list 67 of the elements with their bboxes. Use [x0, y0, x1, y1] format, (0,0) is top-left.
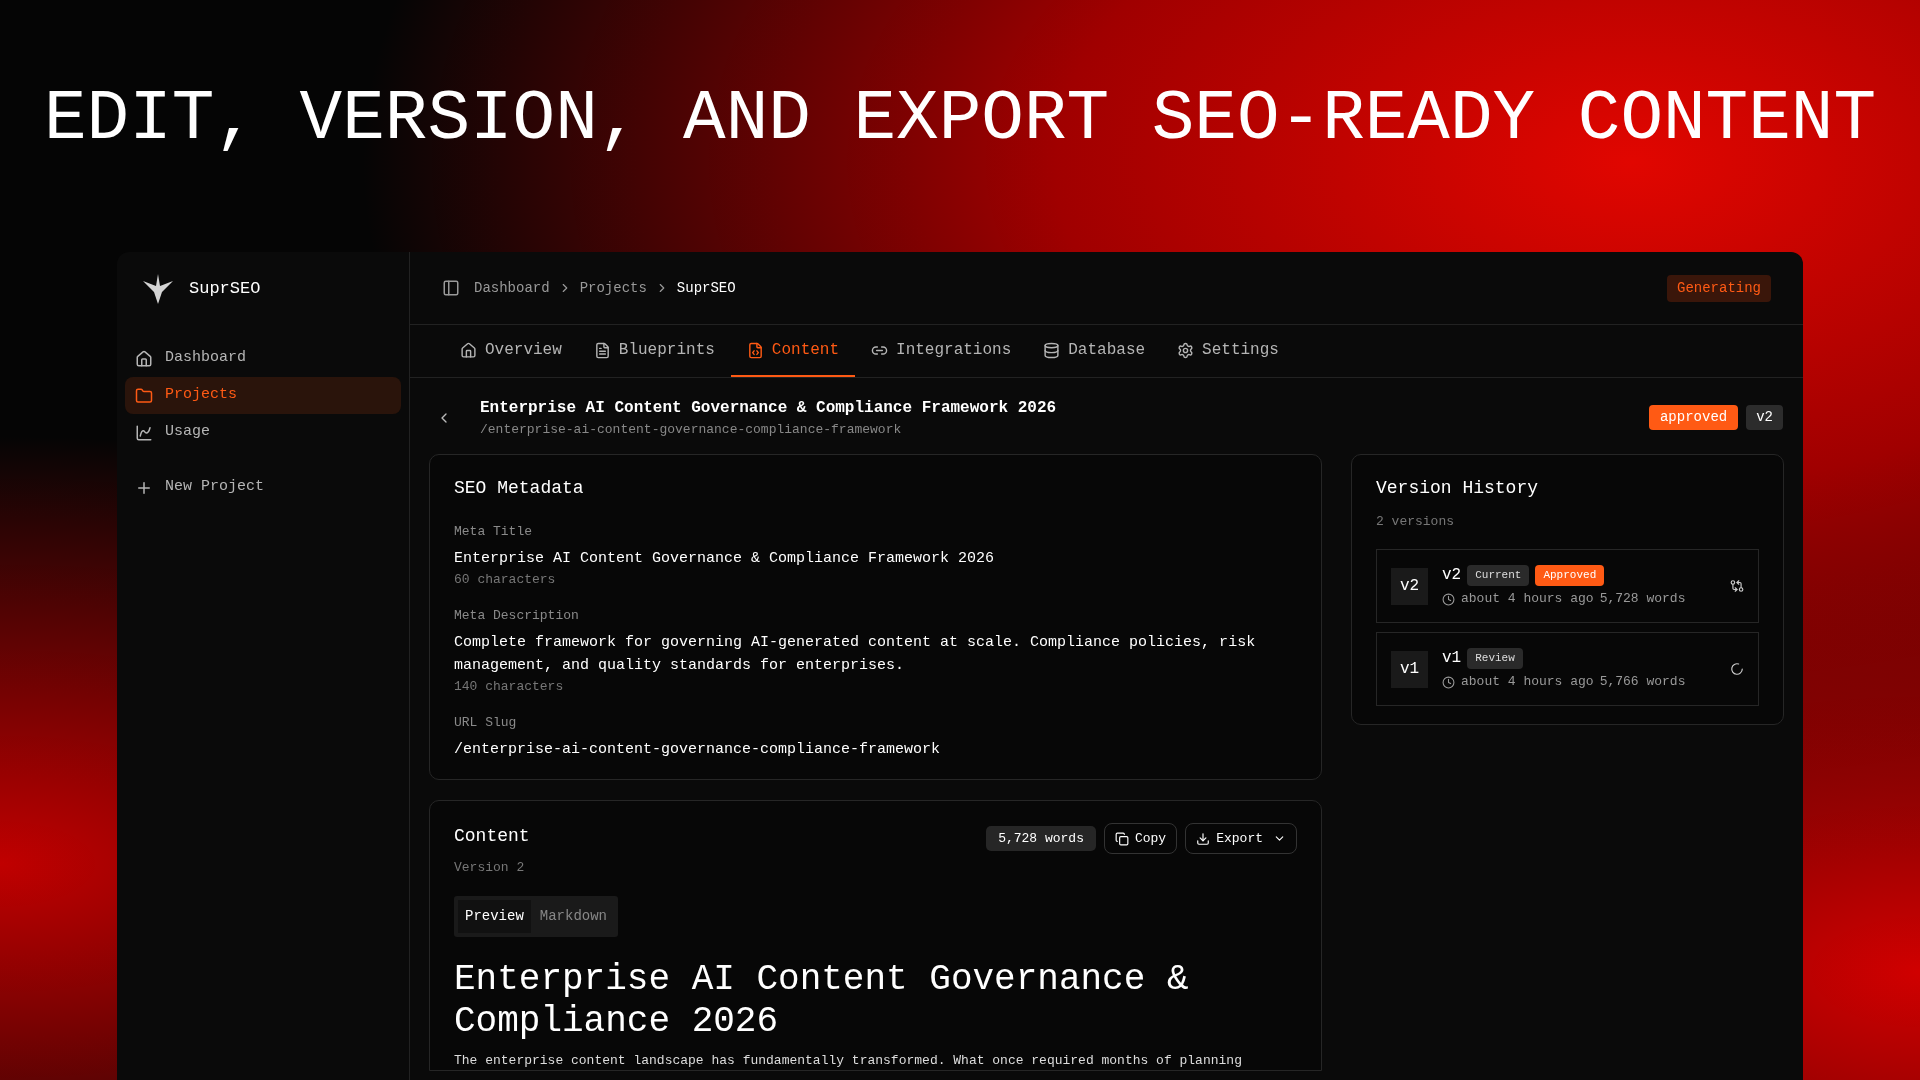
version-badge: v2 — [1391, 567, 1428, 605]
settings-icon — [1177, 341, 1195, 359]
version-name: v2 — [1442, 565, 1462, 587]
version-badge: v1 — [1391, 650, 1428, 688]
tab[interactable]: Overview — [444, 325, 578, 377]
version-words: 5,766 words — [1599, 673, 1686, 692]
breadcrumb[interactable]: SuprSEO — [676, 277, 736, 299]
field-label: URL Slug — [454, 713, 518, 732]
view-tab[interactable]: Preview — [458, 899, 531, 933]
headline: EDIT, VERSION, AND EXPORT SEO-READY CONTENT — [43, 83, 1877, 155]
document-icon — [746, 341, 764, 359]
tab[interactable]: Integrations — [855, 325, 1028, 377]
card-title: Version History — [1376, 476, 1540, 500]
home-icon — [460, 341, 477, 359]
clock-icon — [1442, 675, 1455, 689]
app-name: SuprSEO — [189, 278, 261, 301]
export-button[interactable]: Export — [1185, 823, 1297, 854]
field-value: Enterprise AI Content Governance & Compliance Framework 2026 — [454, 549, 996, 569]
version-tag: Approved — [1535, 565, 1605, 586]
version-tag: Current — [1467, 565, 1530, 586]
field-label: Meta Description — [454, 606, 580, 625]
tab[interactable]: Settings — [1161, 325, 1295, 377]
copy-button[interactable]: Copy — [1103, 823, 1178, 854]
nav-item[interactable]: Usage — [125, 414, 401, 451]
page-title: Enterprise AI Content Governance & Compliance Framework 2026 — [480, 398, 1057, 419]
nav-item[interactable]: Projects — [125, 377, 401, 414]
download-icon — [1196, 831, 1211, 846]
content-paragraph: The enterprise content landscape has fundamentally transformed. What once required months of planning — [454, 1051, 1243, 1070]
compare-icon[interactable] — [1730, 579, 1744, 593]
card-title: SEO Metadata — [454, 476, 585, 500]
card-title: Content — [454, 825, 530, 848]
folder-icon — [135, 386, 153, 405]
version-time: about 4 hours ago — [1461, 590, 1594, 609]
version-row[interactable]: v2 v2 Current Approved about 4 hours ago 5,728 words — [1376, 549, 1759, 623]
chart-icon — [135, 423, 153, 442]
sidebar-toggle-icon[interactable] — [442, 279, 460, 297]
nav-item[interactable]: Dashboard — [125, 340, 401, 377]
home-icon — [135, 349, 153, 368]
version-words: 5,728 words — [1599, 590, 1686, 609]
database-icon — [1043, 341, 1061, 359]
clock-icon — [1442, 592, 1455, 606]
content-heading: Enterprise AI Content Governance & Compliance 2026 — [454, 958, 1190, 1043]
field-label: Meta Title — [454, 522, 533, 541]
field-value: /enterprise-ai-content-governance-compliance-framework — [454, 740, 942, 760]
version-tag: Review — [1467, 648, 1523, 669]
version-badge: v2 — [1746, 405, 1783, 431]
version-time: about 4 hours ago — [1461, 673, 1594, 692]
page-slug: /enterprise-ai-content-governance-compliance-framework — [480, 421, 903, 439]
version-name: v1 — [1442, 648, 1462, 670]
field-value: Complete framework for governing AI-generated content at scale. Compliance policies, risk management, and quality standards for enterprises. — [454, 633, 1257, 676]
status-badge: Generating — [1667, 274, 1771, 302]
copy-icon — [1114, 831, 1129, 846]
version-row[interactable]: v1 v1 Review about 4 hours ago 5,766 words — [1376, 632, 1759, 706]
tab[interactable]: Content — [730, 325, 856, 377]
version-count: 2 versions — [1376, 512, 1455, 531]
view-tab[interactable]: Markdown — [532, 899, 615, 933]
new-project-button[interactable]: New Project — [125, 469, 401, 506]
tab[interactable]: Database — [1027, 325, 1162, 377]
breadcrumb[interactable]: Dashboard — [474, 277, 550, 299]
document-icon — [593, 341, 611, 359]
word-count-badge: 5,728 words — [986, 825, 1096, 852]
card-subtitle: Version 2 — [454, 859, 526, 877]
character-count: 60 characters — [454, 571, 557, 589]
tab[interactable]: Blueprints — [577, 325, 731, 377]
breadcrumb[interactable]: Projects — [579, 277, 647, 299]
character-count: 140 characters — [454, 678, 565, 696]
status-badge: approved — [1648, 405, 1739, 431]
